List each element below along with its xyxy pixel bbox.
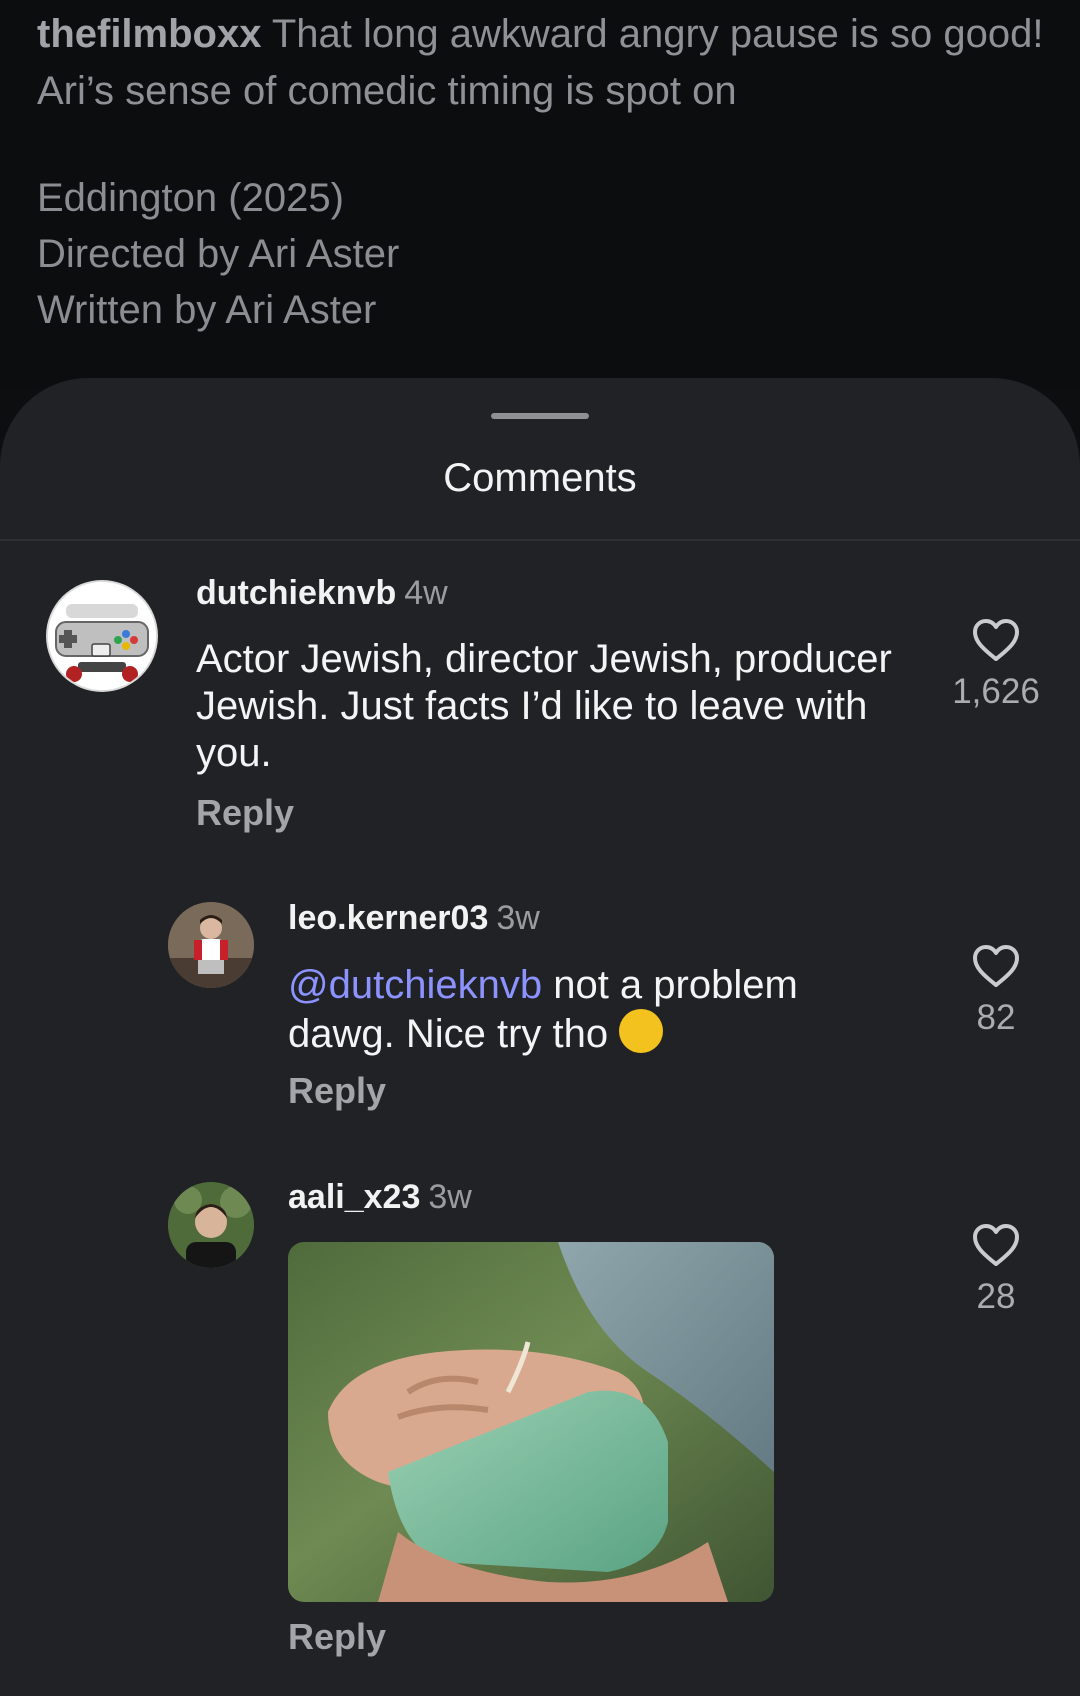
comment-meta: leo.kerner03 3w bbox=[288, 899, 540, 938]
post-credits: Eddington (2025) Directed by Ari Aster W… bbox=[37, 170, 399, 338]
comment-meta: aali_x23 3w bbox=[288, 1178, 472, 1217]
person-avatar-icon bbox=[168, 1182, 254, 1268]
avatar[interactable] bbox=[168, 902, 254, 988]
post-caption-area: thefilmboxx That long awkward angry paus… bbox=[0, 0, 1080, 390]
comment-gif-media[interactable] bbox=[288, 1242, 774, 1602]
reply-button[interactable]: Reply bbox=[196, 792, 294, 834]
like-control[interactable]: 28 bbox=[941, 1223, 1051, 1317]
credit-line-writer: Written by Ari Aster bbox=[37, 288, 377, 332]
like-count: 82 bbox=[976, 998, 1016, 1037]
comment-username[interactable]: dutchieknvb bbox=[196, 574, 396, 612]
gif-image-icon[interactable] bbox=[288, 1242, 774, 1602]
post-caption: thefilmboxx That long awkward angry paus… bbox=[37, 6, 1047, 120]
like-control[interactable]: 82 bbox=[941, 944, 1051, 1038]
sheet-drag-handle[interactable] bbox=[491, 413, 589, 419]
comment-text: Actor Jewish, director Jewish, producer … bbox=[196, 636, 896, 777]
comment-time: 3w bbox=[428, 1178, 472, 1216]
mention-link[interactable]: @dutchieknvb bbox=[288, 963, 542, 1007]
comment-time: 3w bbox=[496, 899, 540, 937]
caption-username[interactable]: thefilmboxx bbox=[37, 12, 261, 56]
comments-sheet: Comments dutchieknvb 4w Actor Jewish, di… bbox=[0, 378, 1080, 1696]
heart-outline-icon[interactable] bbox=[972, 944, 1020, 988]
avatar[interactable] bbox=[168, 1182, 254, 1268]
heart-outline-icon[interactable] bbox=[972, 1223, 1020, 1267]
smiling-emoji-icon: ☺️ bbox=[619, 1009, 664, 1053]
avatar[interactable] bbox=[48, 582, 156, 690]
like-count: 1,626 bbox=[952, 672, 1040, 711]
like-control[interactable]: 1,626 bbox=[941, 618, 1051, 712]
comment-username[interactable]: leo.kerner03 bbox=[288, 899, 488, 937]
heart-outline-icon[interactable] bbox=[972, 618, 1020, 662]
sheet-divider bbox=[0, 539, 1080, 541]
sheet-title: Comments bbox=[443, 456, 637, 500]
comment-time: 4w bbox=[404, 574, 448, 612]
game-controller-avatar-icon bbox=[48, 582, 156, 690]
credit-line-title: Eddington (2025) bbox=[37, 176, 344, 220]
reply-button[interactable]: Reply bbox=[288, 1616, 386, 1658]
comment-text-content: Actor Jewish, director Jewish, producer … bbox=[196, 637, 892, 775]
comment-meta: dutchieknvb 4w bbox=[196, 574, 448, 613]
person-avatar-icon bbox=[168, 902, 254, 988]
like-count: 28 bbox=[976, 1277, 1016, 1316]
reply-button[interactable]: Reply bbox=[288, 1070, 386, 1112]
credit-line-director: Directed by Ari Aster bbox=[37, 232, 400, 276]
comment-text: @dutchieknvb not a problem dawg. Nice tr… bbox=[288, 962, 868, 1058]
comment-username[interactable]: aali_x23 bbox=[288, 1178, 420, 1216]
